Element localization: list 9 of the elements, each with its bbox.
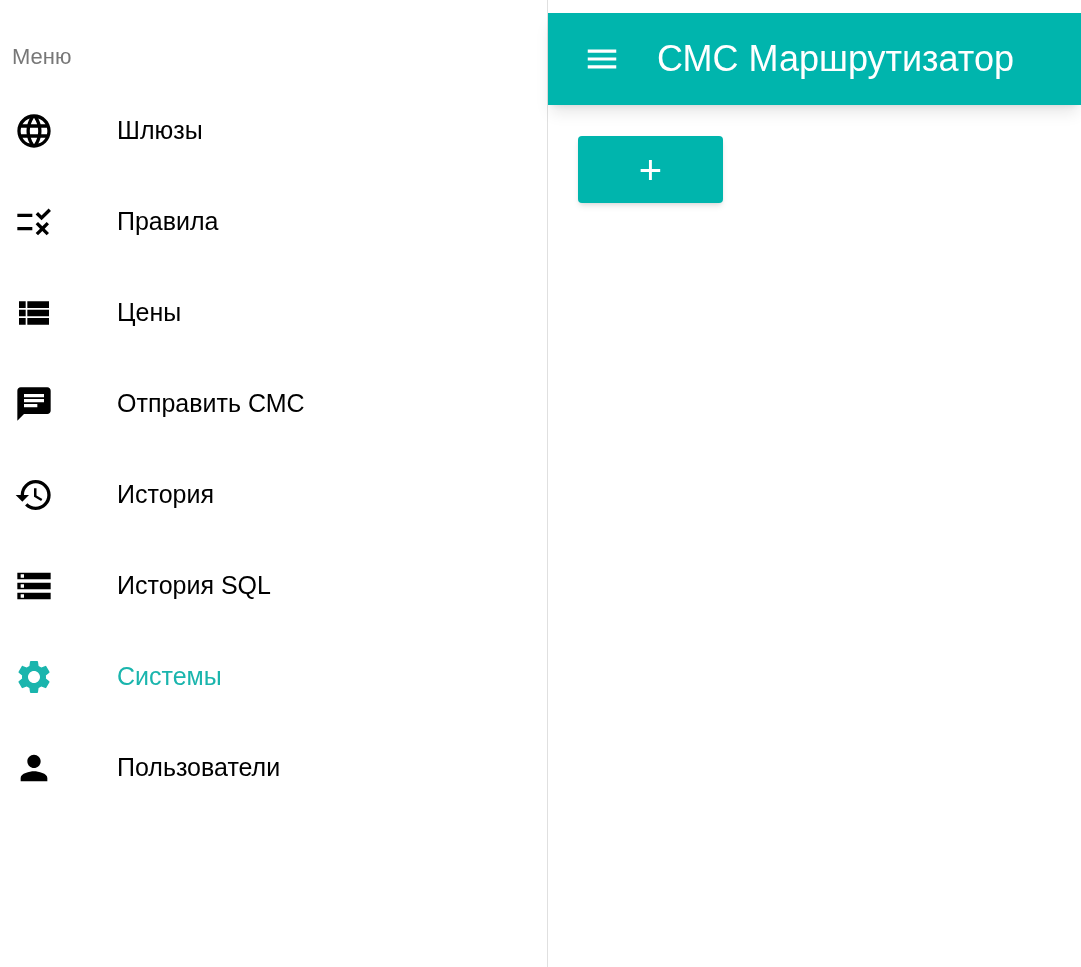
menu-item[interactable]: История SQL <box>0 540 547 631</box>
menu-item[interactable]: Правила <box>0 176 547 267</box>
app-title: СМС Маршрутизатор <box>657 37 1014 81</box>
menu-item[interactable]: Пользователи <box>0 722 547 813</box>
menu-item[interactable]: Шлюзы <box>0 85 547 176</box>
menu-item[interactable]: История <box>0 449 547 540</box>
menu-item[interactable]: Отправить СМС <box>0 358 547 449</box>
menu-heading: Меню <box>12 43 72 71</box>
menu-item[interactable]: Цены <box>0 267 547 358</box>
